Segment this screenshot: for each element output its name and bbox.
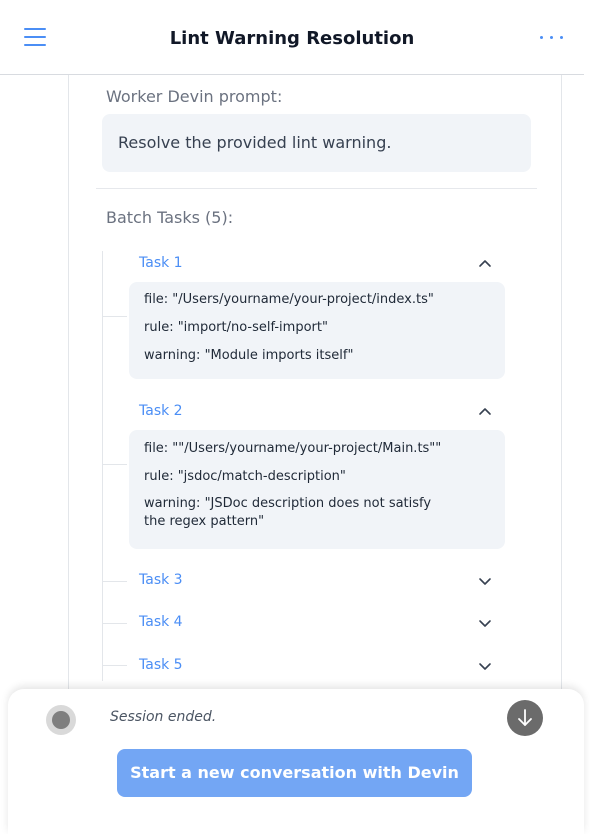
batch-tasks-label: Batch Tasks (5): bbox=[106, 208, 234, 227]
task-2-header[interactable]: Task 2 bbox=[139, 403, 183, 419]
session-status-text: Session ended. bbox=[110, 709, 217, 725]
task-2-details: file: ""/Users/yourname/your-project/Mai… bbox=[129, 430, 505, 549]
worker-prompt-text: Resolve the provided lint warning. bbox=[118, 133, 392, 152]
chevron-up-icon[interactable] bbox=[478, 405, 492, 419]
task-2-warning-cont: the regex pattern" bbox=[144, 514, 265, 529]
header: Lint Warning Resolution bbox=[0, 0, 584, 75]
task-2-warning: warning: "JSDoc description does not sat… bbox=[144, 496, 432, 511]
chevron-down-icon[interactable] bbox=[478, 659, 492, 673]
chevron-down-icon[interactable] bbox=[478, 574, 492, 588]
conversation-content: Worker Devin prompt: Resolve the provide… bbox=[0, 75, 590, 695]
task-4-header[interactable]: Task 4 bbox=[139, 614, 183, 630]
scroll-down-button[interactable] bbox=[507, 700, 543, 736]
task-4-branch bbox=[103, 623, 127, 624]
worker-prompt-label: Worker Devin prompt: bbox=[106, 87, 283, 106]
chevron-up-icon[interactable] bbox=[478, 257, 492, 271]
page-title: Lint Warning Resolution bbox=[169, 28, 415, 49]
task-5-header[interactable]: Task 5 bbox=[139, 657, 183, 673]
worker-prompt-box: Resolve the provided lint warning. bbox=[102, 114, 531, 172]
task-2-file: file: ""/Users/yourname/your-project/Mai… bbox=[144, 441, 442, 456]
more-dots-icon[interactable] bbox=[538, 36, 566, 42]
chevron-down-icon[interactable] bbox=[478, 616, 492, 630]
task-2-rule: rule: "jsdoc/match-description" bbox=[144, 469, 346, 484]
task-3-branch bbox=[103, 581, 127, 582]
divider bbox=[96, 188, 537, 189]
app-window: Lint Warning Resolution Worker Devin pro… bbox=[0, 0, 590, 834]
task-2-branch bbox=[103, 464, 127, 465]
session-footer: Session ended. Start a new conversation … bbox=[8, 689, 584, 834]
status-indicator-icon bbox=[46, 705, 76, 735]
new-conversation-button[interactable]: Start a new conversation with Devin bbox=[117, 749, 472, 797]
task-1-rule: rule: "import/no-self-import" bbox=[144, 320, 328, 335]
task-1-file: file: "/Users/yourname/your-project/inde… bbox=[144, 292, 434, 307]
arrow-down-icon bbox=[518, 709, 532, 726]
task-5-branch bbox=[103, 665, 127, 666]
task-1-header[interactable]: Task 1 bbox=[139, 255, 183, 271]
task-3-header[interactable]: Task 3 bbox=[139, 572, 183, 588]
task-1-details: file: "/Users/yourname/your-project/inde… bbox=[129, 282, 505, 379]
task-1-branch bbox=[103, 316, 127, 317]
task-1-warning: warning: "Module imports itself" bbox=[144, 348, 354, 363]
